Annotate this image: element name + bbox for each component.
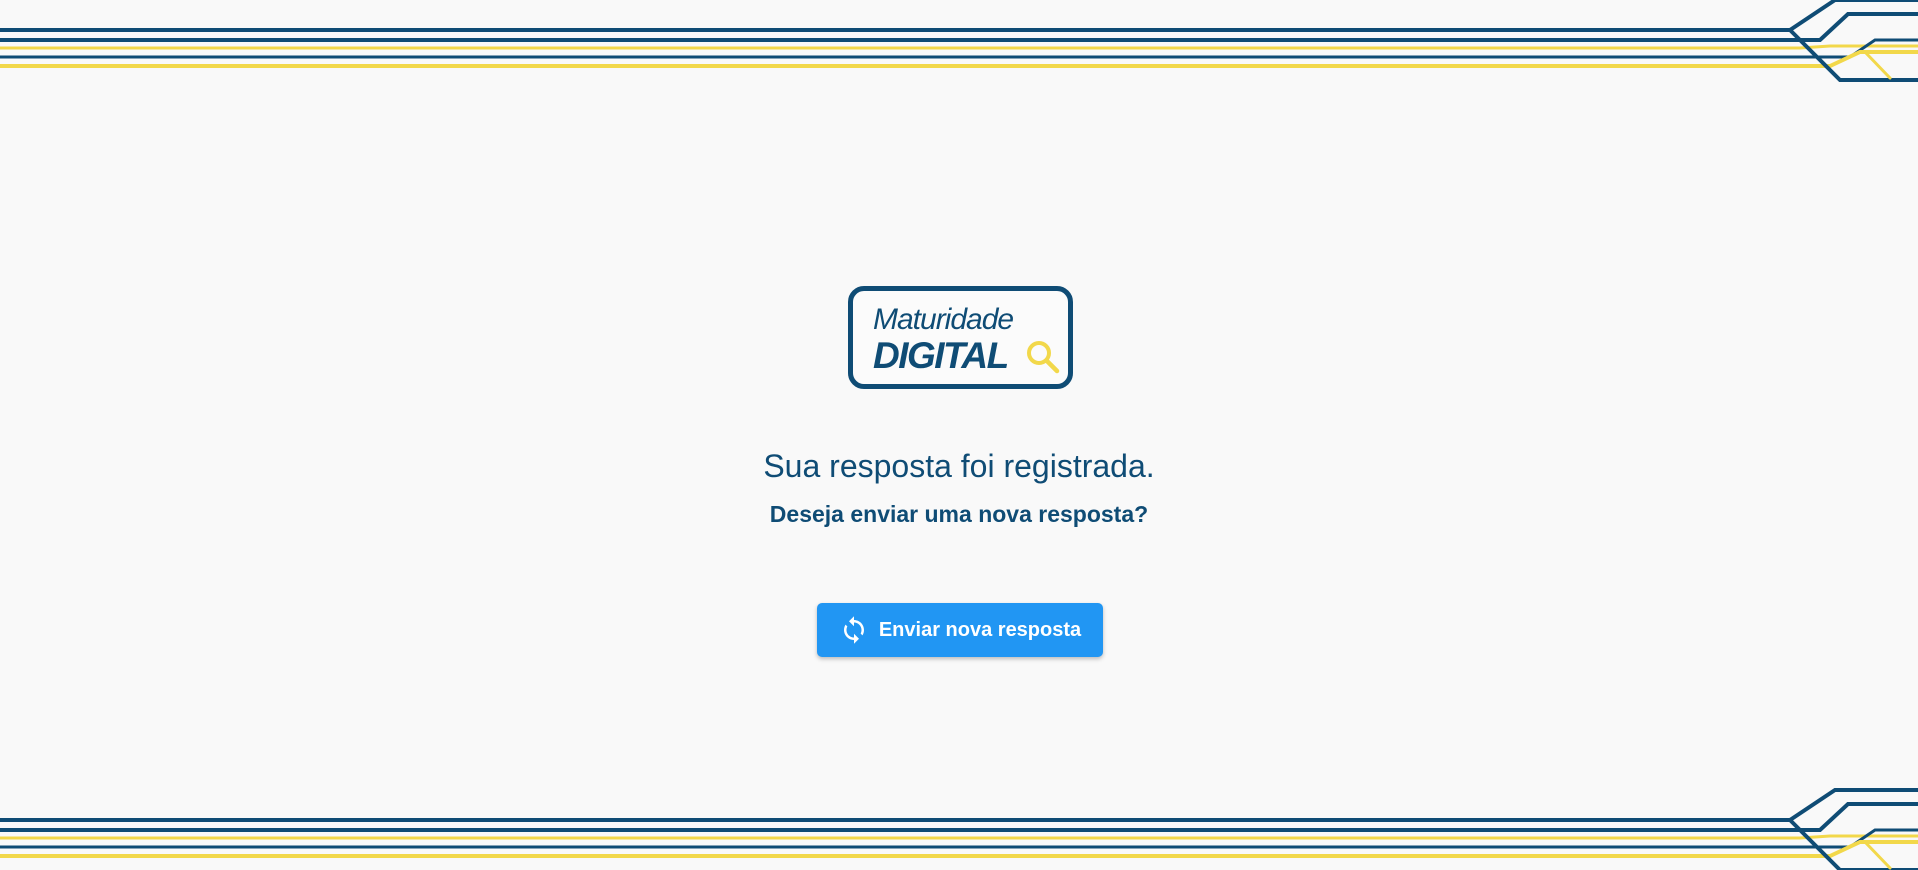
logo-text-maturidade: Maturidade xyxy=(873,303,1014,336)
magnifier-icon xyxy=(1027,341,1060,374)
send-new-response-label: Enviar nova resposta xyxy=(878,618,1082,641)
send-new-response-button[interactable]: Enviar nova resposta xyxy=(817,603,1103,657)
confirmation-panel: Maturidade DIGITAL Sua resposta foi regi… xyxy=(0,0,1918,870)
confirmation-title: Sua resposta foi registrada. xyxy=(763,448,1155,484)
page: Maturidade DIGITAL Sua resposta foi regi… xyxy=(0,0,1918,870)
maturidade-digital-logo: Maturidade DIGITAL xyxy=(848,286,1073,389)
refresh-icon xyxy=(843,616,864,644)
logo-text-digital: DIGITAL xyxy=(873,335,1009,376)
confirmation-subtitle: Deseja enviar uma nova resposta? xyxy=(769,501,1149,527)
